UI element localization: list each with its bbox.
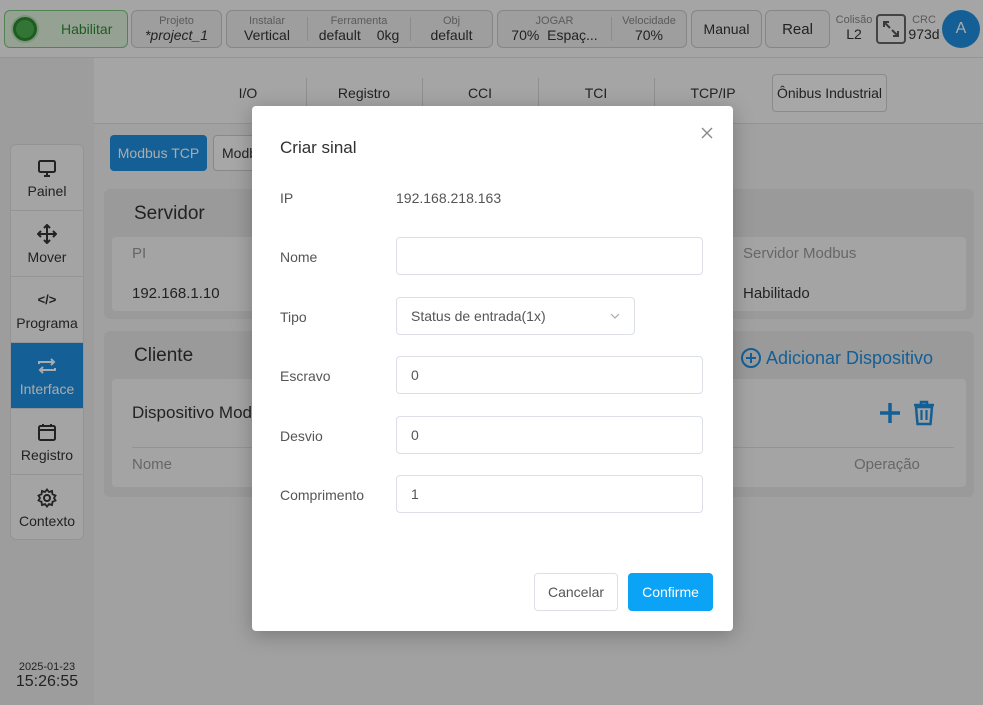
name-input[interactable] [396, 237, 703, 275]
ip-value: 192.168.218.163 [396, 190, 502, 206]
create-signal-dialog: Criar sinal IP 192.168.218.163 Nome Tipo… [252, 106, 733, 631]
length-input[interactable] [396, 475, 703, 513]
ip-label: IP [280, 190, 294, 206]
slave-input[interactable] [396, 356, 703, 394]
type-label: Tipo [280, 309, 307, 325]
dialog-title: Criar sinal [280, 138, 357, 157]
type-select-value: Status de entrada(1x) [411, 308, 546, 324]
confirm-button[interactable]: Confirme [628, 573, 713, 611]
slave-label: Escravo [280, 368, 331, 384]
offset-input[interactable] [396, 416, 703, 454]
type-select[interactable]: Status de entrada(1x) [396, 297, 635, 335]
cancel-button[interactable]: Cancelar [534, 573, 618, 611]
offset-label: Desvio [280, 428, 323, 444]
name-label: Nome [280, 249, 318, 265]
length-label: Comprimento [280, 487, 365, 503]
close-icon[interactable] [699, 125, 715, 141]
chevron-down-icon [610, 313, 620, 319]
